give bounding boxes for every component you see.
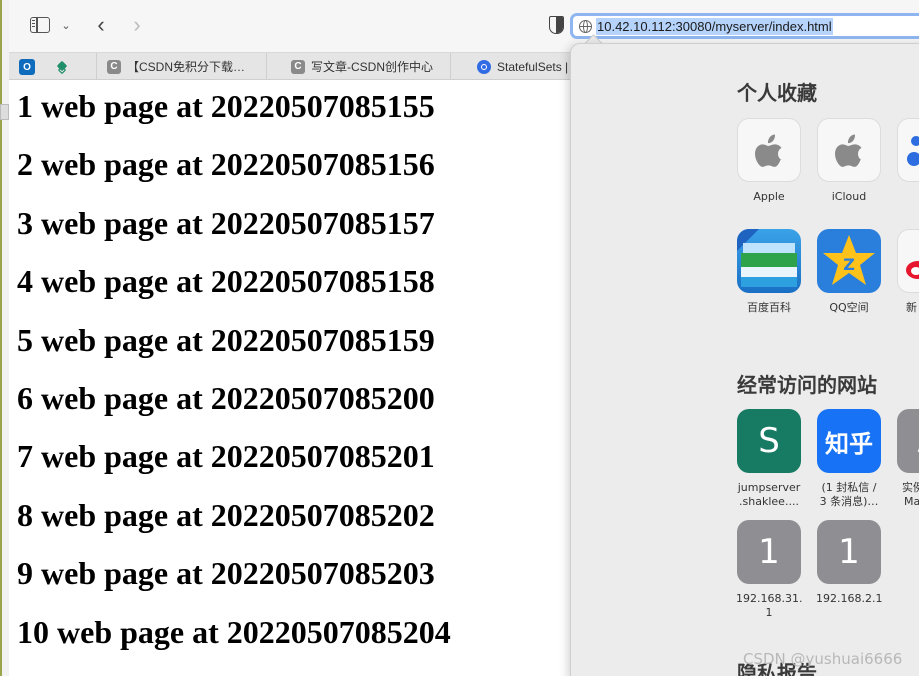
frequent-label: 3 条消息)… bbox=[819, 495, 879, 508]
frequent-label: (1 封私信 / bbox=[821, 481, 877, 494]
url-text[interactable]: 10.42.10.112:30080/myserver/index.html bbox=[596, 17, 833, 35]
browser-window: ⌄ ‹ › 10.42.10.112:30080/myserver/index.… bbox=[0, 0, 919, 676]
frequent-label: Ma bbox=[904, 495, 919, 508]
chevron-right-icon: › bbox=[133, 12, 141, 37]
frequent-label: 实例 bbox=[902, 481, 919, 494]
content-line: 4 web page at 20220507085158 bbox=[17, 263, 435, 300]
favorite-apple[interactable]: Apple bbox=[736, 118, 802, 204]
frequent-instance[interactable]: A 实例 Ma bbox=[896, 409, 919, 509]
favorite-label: Apple bbox=[753, 190, 785, 203]
frequent-label: .shaklee.... bbox=[739, 495, 799, 508]
frequent-label: 192.168.2.1 bbox=[816, 592, 882, 605]
favorites-title: 个人收藏 bbox=[737, 81, 817, 105]
site-letter: S bbox=[758, 421, 780, 461]
content-line: 10 web page at 20220507085204 bbox=[17, 613, 451, 650]
favorite-icloud[interactable]: iCloud bbox=[816, 118, 882, 204]
privacy-report-button[interactable] bbox=[546, 12, 566, 38]
tab-csdn-write[interactable]: C 写文章-CSDN创作中心 bbox=[266, 53, 450, 80]
sidebar-icon bbox=[30, 17, 50, 33]
favorite-qzone[interactable]: Z QQ空间 bbox=[816, 229, 882, 315]
favorite-label: 新 bbox=[906, 301, 917, 314]
csdn-icon: C bbox=[107, 59, 121, 74]
csdn-watermark: CSDN @yushuai6666 bbox=[743, 650, 903, 668]
svg-text:Z: Z bbox=[843, 255, 855, 274]
site-letter: A bbox=[897, 409, 919, 473]
content-line: 1 web page at 20220507085155 bbox=[17, 88, 435, 124]
csdn-icon: C bbox=[291, 59, 305, 74]
favorite-label: iCloud bbox=[831, 190, 867, 203]
sidebar-toggle-button[interactable] bbox=[29, 12, 51, 38]
page-content: 1 web page at 20220507085155 2 web page … bbox=[17, 80, 577, 664]
content-line: 2 web page at 20220507085156 bbox=[17, 146, 435, 183]
apple-logo-icon bbox=[755, 134, 782, 167]
frequent-zhihu[interactable]: 知乎 (1 封私信 / 3 条消息)… bbox=[816, 409, 882, 509]
frequent-label: 192.168.31. bbox=[736, 592, 802, 605]
content-line: 6 web page at 20220507085200 bbox=[17, 379, 435, 416]
favorite-label: 百度百科 bbox=[747, 301, 791, 314]
layers-icon[interactable] bbox=[55, 59, 71, 75]
frequent-title: 经常访问的网站 bbox=[737, 373, 877, 397]
content-line: 8 web page at 20220507085202 bbox=[17, 496, 435, 533]
frequent-192-168-31-1[interactable]: 1 192.168.31. 1 bbox=[736, 520, 802, 620]
frequent-label: jumpserver bbox=[737, 481, 801, 494]
forward-button[interactable]: › bbox=[127, 12, 147, 38]
favorite-baidu-baike[interactable]: 百度百科 bbox=[736, 229, 802, 315]
outlook-icon[interactable]: O bbox=[19, 59, 35, 75]
shield-icon bbox=[548, 16, 564, 34]
kubernetes-icon bbox=[477, 59, 491, 74]
frequent-label: 1 bbox=[765, 606, 773, 619]
tab-label: 写文章-CSDN创作中心 bbox=[311, 60, 433, 74]
site-letter: 1 bbox=[838, 532, 860, 572]
content-line: 3 web page at 20220507085157 bbox=[17, 204, 435, 241]
favorite-baidu[interactable] bbox=[896, 118, 919, 190]
star-icon: Z bbox=[823, 235, 875, 285]
address-bar[interactable]: 10.42.10.112:30080/myserver/index.html bbox=[570, 13, 919, 39]
content-line: 7 web page at 20220507085201 bbox=[17, 438, 435, 475]
tab-label: 【CSDN免积分下载… bbox=[127, 60, 246, 74]
content-line: 5 web page at 20220507085159 bbox=[17, 321, 435, 358]
site-letter: 1 bbox=[758, 532, 780, 572]
tab-statefulsets[interactable]: StatefulSets | K bbox=[450, 53, 590, 80]
chevron-down-icon: ⌄ bbox=[61, 19, 71, 32]
edge-marker bbox=[0, 104, 9, 120]
frequent-jumpserver[interactable]: S jumpserver .shaklee.... bbox=[736, 409, 802, 509]
desktop-edge bbox=[0, 0, 9, 676]
weibo-icon bbox=[906, 261, 919, 279]
globe-icon bbox=[579, 19, 592, 33]
content-line: 9 web page at 20220507085203 bbox=[17, 555, 435, 592]
tab-label: StatefulSets | K bbox=[497, 59, 580, 74]
back-button[interactable]: ‹ bbox=[91, 12, 111, 38]
tab-csdn-download[interactable]: C 【CSDN免积分下载… bbox=[96, 53, 266, 80]
favorite-weibo[interactable]: 新 bbox=[896, 229, 919, 315]
baike-book-icon bbox=[737, 229, 797, 287]
chevron-left-icon: ‹ bbox=[97, 12, 105, 37]
favorite-label: QQ空间 bbox=[829, 301, 869, 314]
baidu-paw-icon bbox=[907, 136, 919, 166]
frequent-192-168-2-1[interactable]: 1 192.168.2.1 bbox=[816, 520, 882, 606]
zhihu-logo-icon: 知乎 bbox=[825, 429, 873, 458]
tab-group-chevron-button[interactable]: ⌄ bbox=[59, 12, 73, 38]
apple-logo-icon bbox=[835, 134, 862, 167]
